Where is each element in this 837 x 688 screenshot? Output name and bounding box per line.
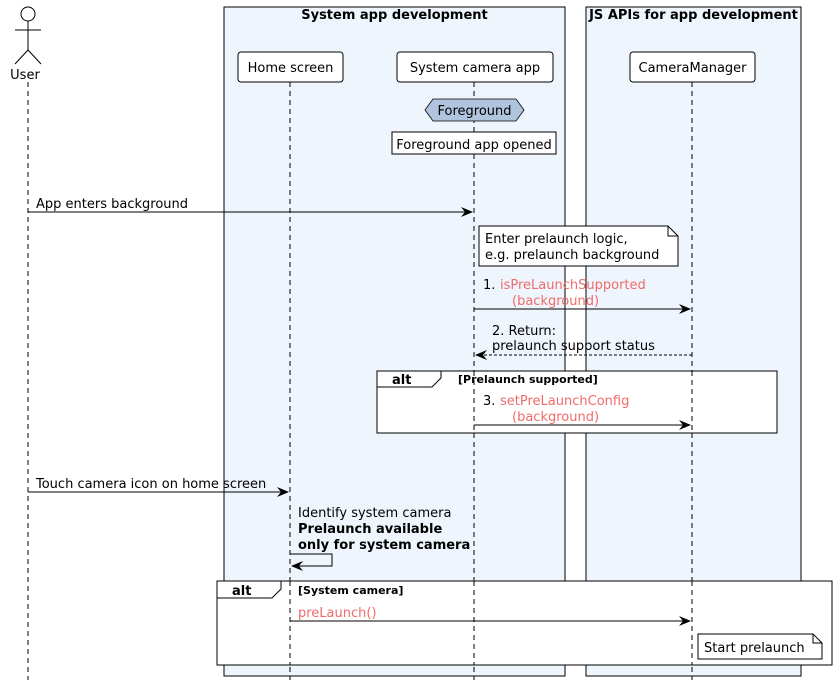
sequence-diagram: System app development JS APIs for app d… xyxy=(10,6,833,680)
svg-text:alt: alt xyxy=(392,373,411,388)
svg-text:[System camera]: [System camera] xyxy=(298,584,403,597)
svg-text:App enters background: App enters background xyxy=(36,197,188,212)
svg-text:Start prelaunch: Start prelaunch xyxy=(704,641,805,656)
box-title-js: JS APIs for app development xyxy=(588,8,798,23)
svg-text:Touch camera icon on home scre: Touch camera icon on home screen xyxy=(35,477,266,492)
state-foreground: Foreground xyxy=(424,98,525,122)
svg-text:(background): (background) xyxy=(512,410,599,425)
svg-text:3.: 3. xyxy=(483,394,495,409)
svg-text:(background): (background) xyxy=(512,294,599,309)
svg-text:isPreLaunchSupported: isPreLaunchSupported xyxy=(500,278,646,293)
svg-text:Foreground app opened: Foreground app opened xyxy=(396,138,551,153)
note-start-prelaunch: Start prelaunch xyxy=(697,633,823,660)
svg-text:Prelaunch available: Prelaunch available xyxy=(298,522,442,537)
svg-text:Identify system camera: Identify system camera xyxy=(298,506,451,521)
actor-label: User xyxy=(10,68,40,83)
svg-text:1.: 1. xyxy=(483,278,495,293)
note-foreground-opened: Foreground app opened xyxy=(391,131,557,155)
svg-text:2. Return:: 2. Return: xyxy=(492,324,556,339)
svg-text:only for system camera: only for system camera xyxy=(298,538,470,553)
svg-text:setPreLaunchConfig: setPreLaunchConfig xyxy=(500,394,629,409)
participant-home-screen[interactable]: Home screen xyxy=(237,51,344,83)
svg-text:Enter prelaunch logic,: Enter prelaunch logic, xyxy=(485,232,628,247)
svg-text:[Prelaunch supported]: [Prelaunch supported] xyxy=(458,373,598,386)
svg-text:Foreground: Foreground xyxy=(437,104,511,119)
svg-text:preLaunch(): preLaunch() xyxy=(298,606,377,621)
svg-text:Home screen: Home screen xyxy=(248,61,334,76)
box-title-system: System app development xyxy=(301,8,488,23)
svg-text:prelaunch support status: prelaunch support status xyxy=(492,339,655,354)
svg-text:alt: alt xyxy=(232,584,251,599)
note-prelaunch-logic: Enter prelaunch logic, e.g. prelaunch ba… xyxy=(478,225,679,267)
stick-figure-icon xyxy=(14,6,42,65)
actor-user[interactable]: User xyxy=(10,6,42,83)
participant-system-camera-app[interactable]: System camera app xyxy=(396,51,554,83)
participant-camera-manager[interactable]: CameraManager xyxy=(629,51,756,83)
svg-text:e.g. prelaunch background: e.g. prelaunch background xyxy=(485,248,659,263)
svg-text:CameraManager: CameraManager xyxy=(639,61,748,76)
svg-text:System camera app: System camera app xyxy=(410,61,540,76)
message-touch-camera-icon: Touch camera icon on home screen xyxy=(28,477,289,497)
